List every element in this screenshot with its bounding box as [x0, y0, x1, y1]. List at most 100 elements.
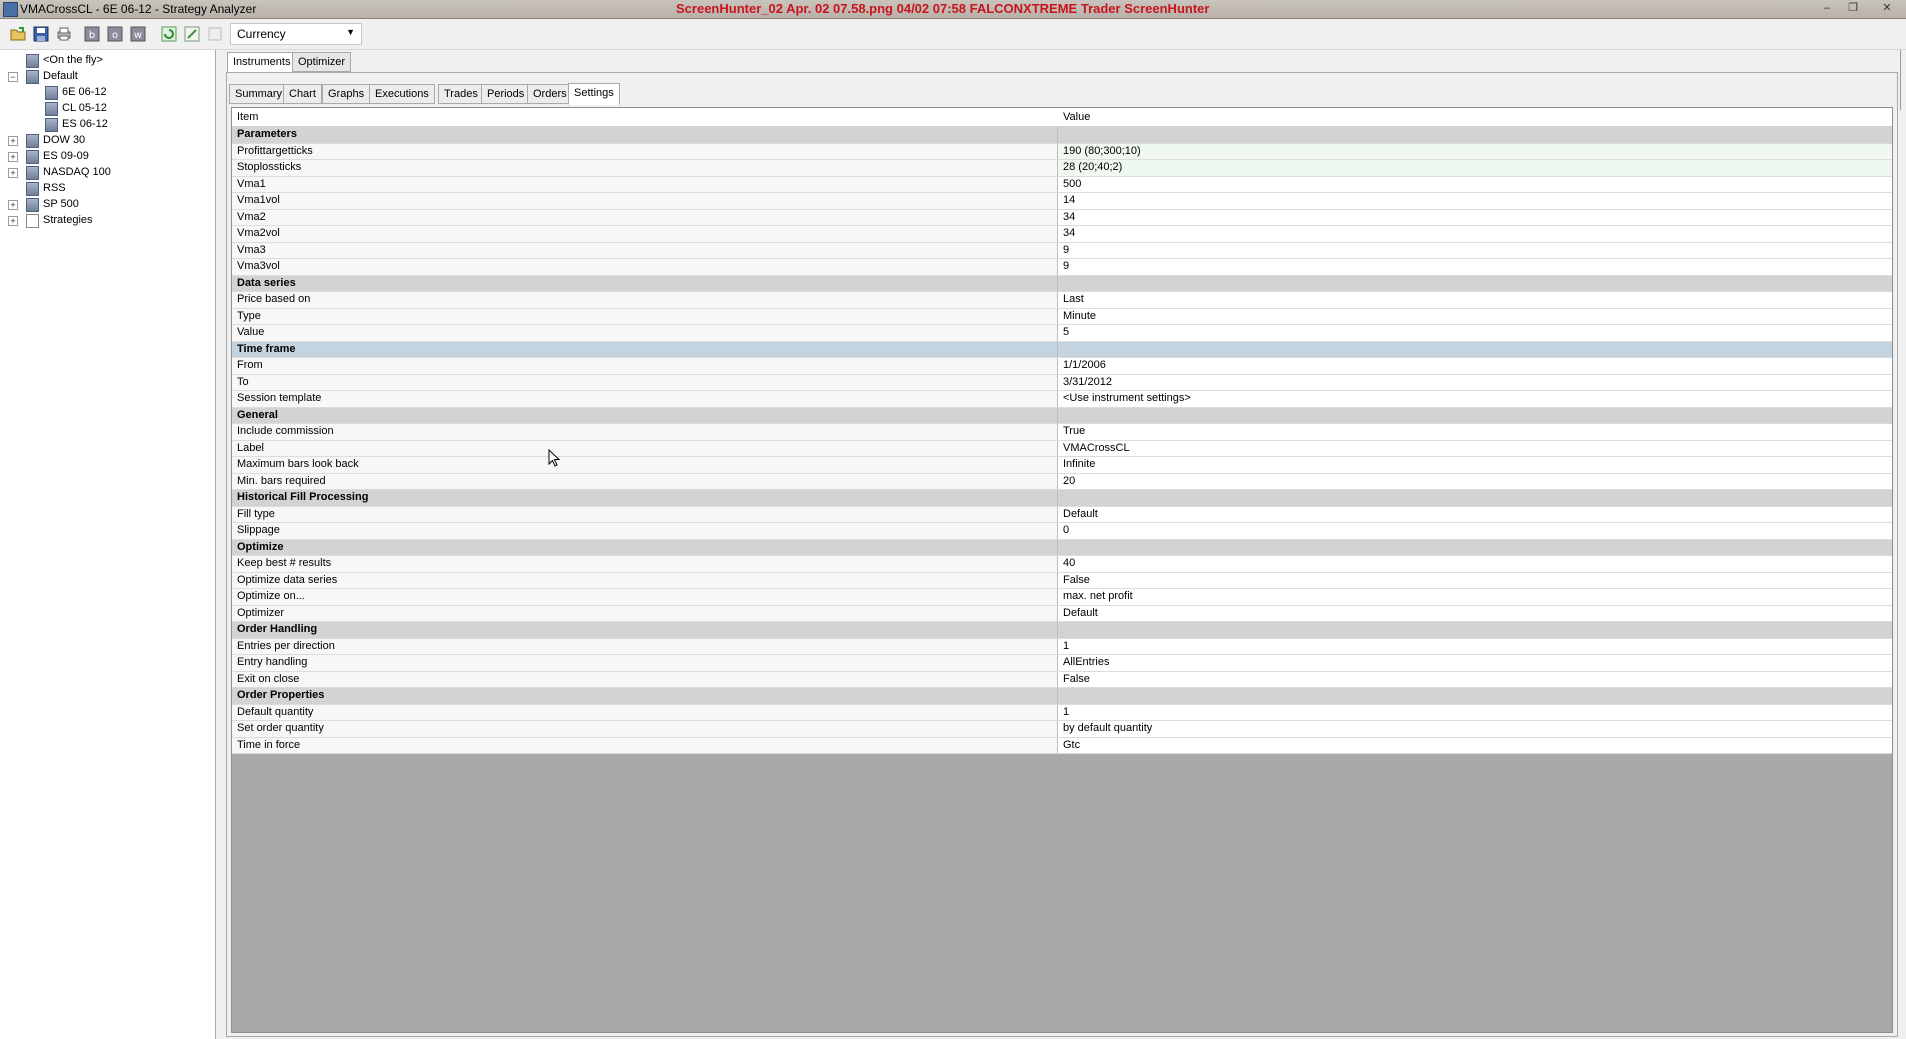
category-row[interactable]: Data series — [232, 275, 1892, 292]
column-header-value[interactable]: Value — [1063, 111, 1090, 123]
w-icon[interactable]: w — [129, 25, 147, 43]
property-row[interactable]: Min. bars required 20 — [232, 473, 1892, 490]
property-row[interactable]: Profittargetticks 190 (80;300;10) — [232, 143, 1892, 160]
property-row[interactable]: Stoplossticks 28 (20;40;2) — [232, 160, 1892, 177]
tab-summary[interactable]: Summary — [229, 84, 289, 104]
property-row[interactable]: Vma2vol 34 — [232, 226, 1892, 243]
value-cell[interactable]: max. net profit — [1058, 589, 1892, 605]
currency-select[interactable]: Currency ▼ — [230, 23, 362, 45]
expand-icon[interactable]: + — [8, 152, 18, 162]
value-cell[interactable]: VMACrossCL — [1058, 441, 1892, 457]
value-cell[interactable]: False — [1058, 573, 1892, 589]
property-row[interactable]: Vma2 34 — [232, 209, 1892, 226]
value-cell[interactable]: 20 — [1058, 474, 1892, 490]
category-row[interactable]: Order Handling — [232, 622, 1892, 639]
tab-periods[interactable]: Periods — [481, 84, 531, 104]
value-cell[interactable]: 5 — [1058, 325, 1892, 341]
expand-icon[interactable]: + — [8, 168, 18, 178]
expand-icon[interactable]: + — [8, 216, 18, 226]
category-row[interactable]: Time frame — [232, 341, 1892, 358]
property-row[interactable]: Entry handling AllEntries — [232, 655, 1892, 672]
expand-icon[interactable]: + — [8, 136, 18, 146]
tab-settings[interactable]: Settings — [568, 83, 620, 105]
value-cell[interactable]: AllEntries — [1058, 655, 1892, 671]
property-row[interactable]: Keep best # results 40 — [232, 556, 1892, 573]
property-row[interactable]: Slippage 0 — [232, 523, 1892, 540]
tab-instruments[interactable]: Instruments — [227, 52, 297, 73]
property-row[interactable]: Exit on close False — [232, 671, 1892, 688]
property-row[interactable]: Value 5 — [232, 325, 1892, 342]
value-cell[interactable]: 9 — [1058, 243, 1892, 259]
property-row[interactable]: Vma1vol 14 — [232, 193, 1892, 210]
o-icon[interactable]: o — [106, 25, 124, 43]
value-cell[interactable]: 0 — [1058, 523, 1892, 539]
expand-icon[interactable]: + — [8, 200, 18, 210]
property-row[interactable]: Optimizer Default — [232, 605, 1892, 622]
category-row[interactable]: General — [232, 407, 1892, 424]
value-cell[interactable]: Default — [1058, 507, 1892, 523]
category-row[interactable]: Optimize — [232, 539, 1892, 556]
value-cell[interactable]: Default — [1058, 606, 1892, 622]
value-cell[interactable]: 1 — [1058, 639, 1892, 655]
tab-optimizer[interactable]: Optimizer — [292, 52, 352, 72]
property-row[interactable]: Time in force Gtc — [232, 737, 1892, 754]
property-row[interactable]: Default quantity 1 — [232, 704, 1892, 721]
value-cell[interactable]: 34 — [1058, 226, 1892, 242]
restore-button[interactable]: ❐ — [1844, 1, 1862, 15]
property-row[interactable]: Type Minute — [232, 308, 1892, 325]
property-row[interactable]: Vma3vol 9 — [232, 259, 1892, 276]
category-row[interactable]: Historical Fill Processing — [232, 490, 1892, 507]
property-row[interactable]: Optimize data series False — [232, 572, 1892, 589]
value-cell[interactable]: 9 — [1058, 259, 1892, 275]
value-cell[interactable]: Last — [1058, 292, 1892, 308]
value-cell[interactable]: 28 (20;40;2) — [1058, 160, 1892, 176]
open-icon[interactable] — [9, 25, 27, 43]
tab-orders[interactable]: Orders — [527, 84, 573, 104]
property-row[interactable]: Vma3 9 — [232, 242, 1892, 259]
property-row[interactable]: Fill type Default — [232, 506, 1892, 523]
property-row[interactable]: Label VMACrossCL — [232, 440, 1892, 457]
property-row[interactable]: Maximum bars look back Infinite — [232, 457, 1892, 474]
minimize-button[interactable]: ‒ — [1818, 1, 1836, 15]
value-cell[interactable]: Gtc — [1058, 738, 1892, 754]
tab-executions[interactable]: Executions — [369, 84, 435, 104]
value-cell[interactable]: 1/1/2006 — [1058, 358, 1892, 374]
category-row[interactable]: Order Properties — [232, 688, 1892, 705]
column-header-item[interactable]: Item — [237, 111, 258, 123]
right-edge-scrollbar[interactable] — [1900, 50, 1906, 110]
value-cell[interactable]: 3/31/2012 — [1058, 375, 1892, 391]
tab-graphs[interactable]: Graphs — [322, 84, 371, 104]
property-row[interactable]: Vma1 500 — [232, 176, 1892, 193]
value-cell[interactable]: <Use instrument settings> — [1058, 391, 1892, 407]
value-cell[interactable]: 190 (80;300;10) — [1058, 143, 1892, 159]
value-cell[interactable]: 14 — [1058, 193, 1892, 209]
refresh-icon[interactable] — [160, 25, 178, 43]
value-cell[interactable]: True — [1058, 424, 1892, 440]
category-row[interactable]: Parameters — [232, 127, 1892, 144]
close-button[interactable]: ✕ — [1878, 1, 1896, 15]
value-cell[interactable]: 1 — [1058, 705, 1892, 721]
tool-icon[interactable] — [183, 25, 201, 43]
property-row[interactable]: To 3/31/2012 — [232, 374, 1892, 391]
property-row[interactable]: Price based on Last — [232, 292, 1892, 309]
property-row[interactable]: Include commission True — [232, 424, 1892, 441]
value-cell[interactable]: False — [1058, 672, 1892, 688]
tab-chart[interactable]: Chart — [283, 84, 322, 104]
value-cell[interactable]: Infinite — [1058, 457, 1892, 473]
value-cell[interactable]: by default quantity — [1058, 721, 1892, 737]
property-row[interactable]: Optimize on... max. net profit — [232, 589, 1892, 606]
value-cell[interactable]: 34 — [1058, 210, 1892, 226]
property-row[interactable]: Set order quantity by default quantity — [232, 721, 1892, 738]
save-icon[interactable] — [32, 25, 50, 43]
value-cell[interactable]: 500 — [1058, 177, 1892, 193]
tab-trades[interactable]: Trades — [438, 84, 484, 104]
collapse-icon[interactable]: − — [8, 72, 18, 82]
property-row[interactable]: Entries per direction 1 — [232, 638, 1892, 655]
property-row[interactable]: Session template <Use instrument settings… — [232, 391, 1892, 408]
splitter[interactable] — [216, 50, 223, 1039]
b-icon[interactable]: b — [83, 25, 101, 43]
value-cell[interactable]: Minute — [1058, 309, 1892, 325]
print-icon[interactable] — [55, 25, 73, 43]
property-row[interactable]: From 1/1/2006 — [232, 358, 1892, 375]
value-cell[interactable]: 40 — [1058, 556, 1892, 572]
